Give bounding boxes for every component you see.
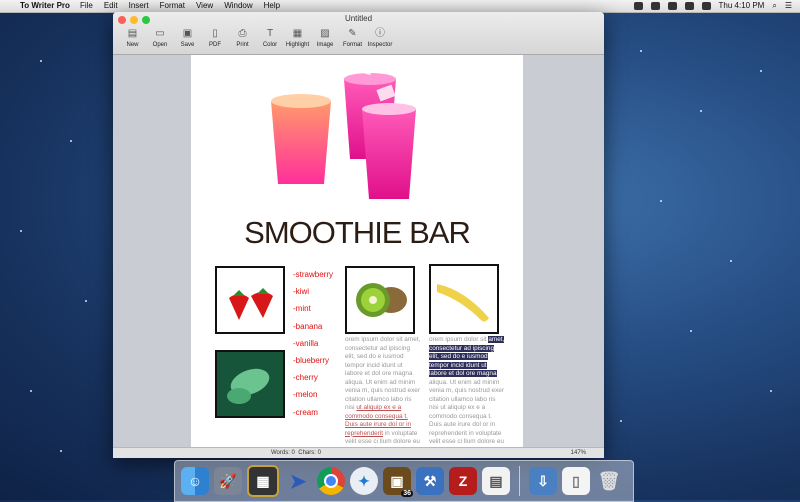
status-bar: Words: 0 Chars: 0 147% <box>113 447 604 458</box>
menu-window[interactable]: Window <box>224 0 252 12</box>
trash-icon[interactable]: 🗑 <box>595 467 623 495</box>
format-label: Format <box>342 42 362 48</box>
pdf-button[interactable]: ▯ PDF <box>202 28 229 48</box>
menu-help[interactable]: Help <box>264 0 280 12</box>
highlight-button[interactable]: ▦ Highlight <box>284 28 311 48</box>
mint-graphic <box>217 352 283 416</box>
list-item: -cherry <box>293 373 318 383</box>
document-canvas: SMOOTHIE BAR -strawberry -kiwi -mint -ba… <box>113 55 604 454</box>
banana-image[interactable] <box>429 264 499 334</box>
search-icon[interactable]: ⌕ <box>772 0 776 12</box>
new-label: New <box>126 42 139 48</box>
mint-image[interactable] <box>215 350 285 418</box>
save-label: Save <box>180 42 195 48</box>
list-item: -banana <box>293 321 323 331</box>
app-menu[interactable]: To Writer Pro <box>20 0 70 12</box>
menu-file[interactable]: File <box>80 0 93 12</box>
list-item: -melon <box>293 390 318 400</box>
chars-value: Chars: 0 <box>298 450 321 456</box>
battery-icon[interactable] <box>701 2 711 10</box>
color-label: Color <box>262 42 278 48</box>
text-color-icon: T <box>266 28 274 39</box>
print-button[interactable]: ⎙ Print <box>229 28 256 48</box>
dropbox-icon[interactable] <box>633 2 643 10</box>
open-label: Open <box>152 42 168 48</box>
highlight-label: Highlight <box>285 42 310 48</box>
print-icon: ⎙ <box>238 28 247 39</box>
folder-icon: ▭ <box>155 28 165 39</box>
dock-separator <box>519 466 520 496</box>
dock: ☺ 🚀 ▦ ➤ ✦ ▣ 36 ⚒ Z ▤ ⇩ ▯ 🗑 <box>174 460 634 502</box>
wifi-icon[interactable] <box>667 2 677 10</box>
document-page[interactable]: SMOOTHIE BAR -strawberry -kiwi -mint -ba… <box>191 55 523 454</box>
launchpad-icon[interactable]: 🚀 <box>214 467 242 495</box>
flavor-list: -strawberry -kiwi -mint -banana -vanilla… <box>293 266 333 421</box>
menu-format[interactable]: Format <box>160 0 185 12</box>
list-item: -blueberry <box>293 356 330 366</box>
color-button[interactable]: T Color <box>257 28 284 48</box>
menu-insert[interactable]: Insert <box>129 0 149 12</box>
window-title: Untitled <box>344 14 373 23</box>
open-button[interactable]: ▭ Open <box>147 28 174 48</box>
list-item: -strawberry <box>293 270 334 279</box>
print-label: Print <box>236 42 249 48</box>
finder-icon[interactable]: ☺ <box>181 467 209 495</box>
lorem-text: orem ipsum dolor sit <box>429 336 489 343</box>
window-titlebar: Untitled ▤ New ▭ Open ▣ Save ▯ PDF ⎙ Print TC… <box>113 12 604 55</box>
banana-graphic <box>437 284 489 322</box>
notifications-icon[interactable]: ☰ <box>785 0 792 12</box>
pdf-label: PDF <box>209 42 221 48</box>
volume-icon[interactable] <box>684 2 694 10</box>
list-item: -kiwi <box>293 287 309 297</box>
new-button[interactable]: ▤ New <box>119 28 146 48</box>
lorem-column-2[interactable]: orem ipsum dolor sit amet, consectetur a… <box>429 336 505 455</box>
lorem-column-1[interactable]: orem ipsum dolor sit amet, consectetur a… <box>345 336 421 455</box>
new-doc-icon: ▤ <box>127 28 138 39</box>
inspector-button[interactable]: ⓘ Inspector <box>367 28 394 48</box>
image-label: Image <box>316 42 334 48</box>
downloads-icon[interactable]: ⇩ <box>529 467 557 495</box>
strawberry-image[interactable] <box>215 266 285 334</box>
document-icon[interactable]: ▤ <box>482 467 510 495</box>
zoom-level[interactable]: 147% <box>571 448 586 458</box>
strawberry-graphic <box>229 288 273 320</box>
save-icon: ▣ <box>182 28 193 39</box>
list-item: -vanilla <box>293 338 319 348</box>
bluetooth-icon[interactable] <box>650 2 660 10</box>
list-item: -cream <box>293 407 318 417</box>
info-icon: ⓘ <box>375 28 385 39</box>
format-button[interactable]: ✎ Format <box>339 28 366 48</box>
smoothie-cups-image[interactable] <box>266 59 436 209</box>
menu-view[interactable]: View <box>196 0 213 12</box>
inspector-label: Inspector <box>367 42 393 48</box>
pdf-icon: ▯ <box>212 28 218 39</box>
safari-icon[interactable]: ✦ <box>350 467 378 495</box>
format-icon: ✎ <box>348 28 357 39</box>
lorem-text: orem ipsum dolor sit amet, consectetur a… <box>345 336 421 411</box>
list-item: -mint <box>293 304 311 314</box>
document-heading: SMOOTHIE BAR <box>244 215 471 250</box>
to-writer-icon[interactable]: ➤ <box>284 467 312 495</box>
editor-window: Untitled ▤ New ▭ Open ▣ Save ▯ PDF ⎙ Print TC… <box>113 12 604 458</box>
kiwi-graphic <box>356 283 407 317</box>
toolbar: ▤ New ▭ Open ▣ Save ▯ PDF ⎙ Print T Color ▦ Hig… <box>119 28 394 48</box>
menu-edit[interactable]: Edit <box>104 0 118 12</box>
clock[interactable]: Thu 4:10 PM <box>719 0 765 12</box>
kiwi-image[interactable] <box>345 266 415 334</box>
image-button[interactable]: ▨ Image <box>312 28 339 48</box>
words-value: Words: 0 <box>271 450 295 456</box>
word-count: Words: 0 Chars: 0 <box>271 448 321 458</box>
lorem-text: aliqua. Ut enim ad minim venia m, quis n… <box>429 378 504 454</box>
box-app-icon[interactable]: ▣ 36 <box>383 467 413 497</box>
file-icon[interactable]: ▯ <box>562 467 590 495</box>
xcode-icon[interactable]: ⚒ <box>416 467 444 495</box>
chrome-icon[interactable] <box>317 467 345 495</box>
filezilla-icon[interactable]: Z <box>449 467 477 495</box>
image-icon: ▨ <box>320 28 330 39</box>
save-button[interactable]: ▣ Save <box>174 28 201 48</box>
badge: 36 <box>401 490 413 497</box>
mission-control-icon[interactable]: ▦ <box>247 465 279 497</box>
highlight-icon: ▦ <box>292 28 303 39</box>
